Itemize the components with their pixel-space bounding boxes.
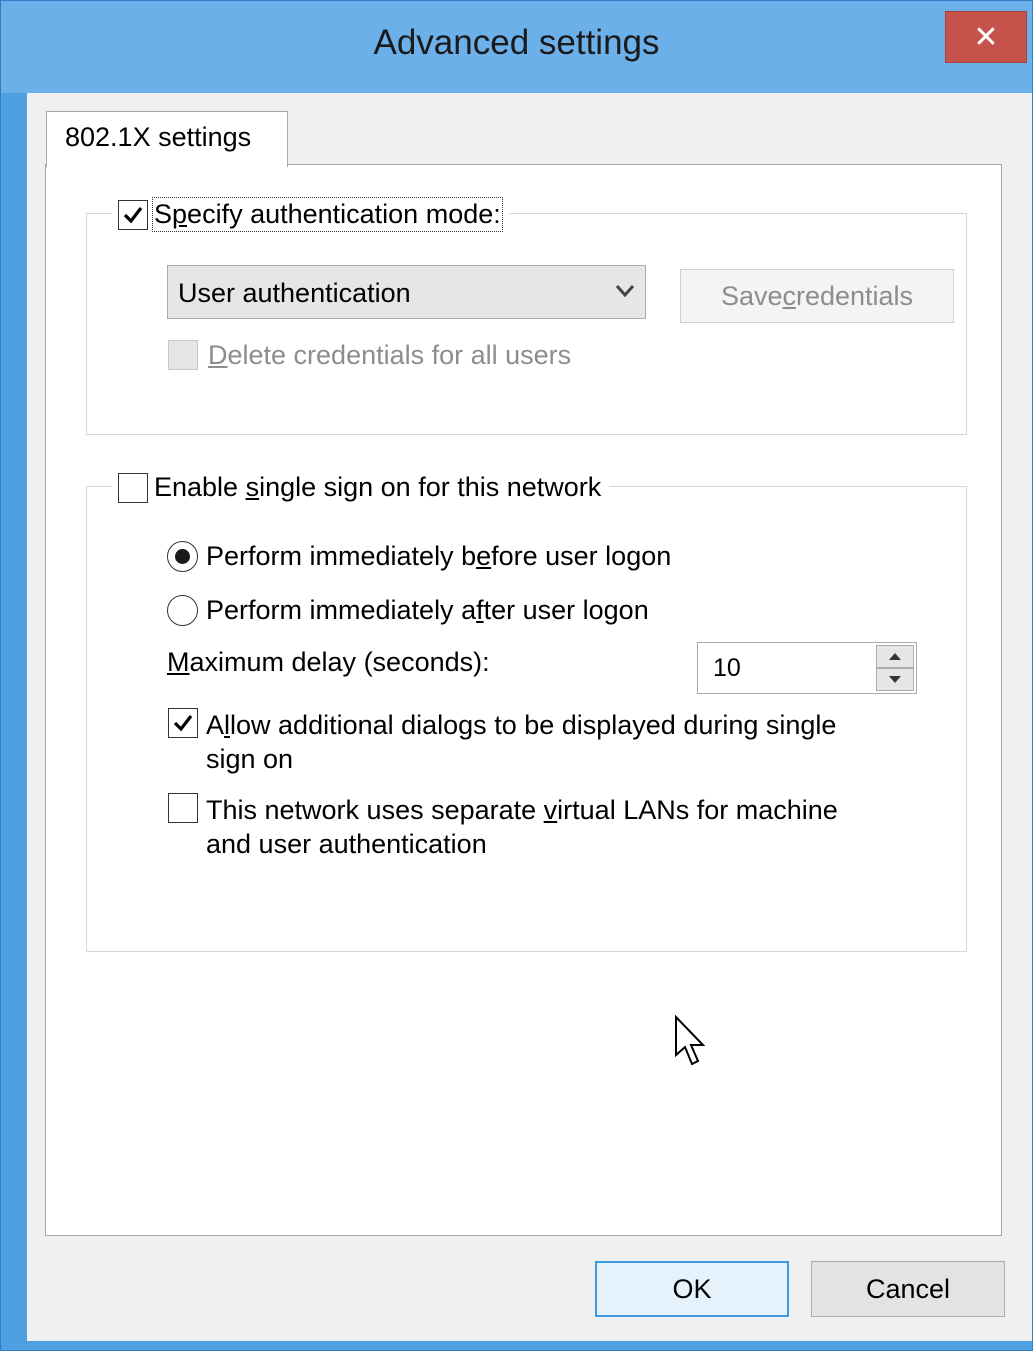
title-bar[interactable]: Advanced settings ✕ [1,1,1032,93]
radio-before-logon-label: Perform immediately before user logon [206,541,672,571]
delete-credentials-row[interactable]: Delete credentials for all users [168,340,571,371]
radio-after-logon-label: Perform immediately after user logon [206,595,649,625]
auth-mode-group [86,213,967,435]
ok-button[interactable]: OK [595,1261,789,1317]
radio-after-logon[interactable] [167,595,198,626]
specify-auth-mode-label: Specify authentication mode: [152,197,503,232]
max-delay-stepper[interactable]: 10 [697,642,917,694]
delete-credentials-checkbox[interactable] [168,340,198,370]
advanced-settings-dialog: Advanced settings ✕ 802.1X settings Spec… [0,0,1033,1351]
dialog-title: Advanced settings [373,23,660,62]
separate-vlans-checkbox[interactable] [168,793,198,823]
radio-before-logon-row[interactable]: Perform immediately before user logon [167,541,671,572]
tab-label: 802.1X settings [65,122,252,152]
max-delay-value: 10 [713,654,741,682]
tab-8021x-settings[interactable]: 802.1X settings [46,111,288,167]
allow-dialogs-row[interactable]: Allow additional dialogs to be displayed… [168,708,836,776]
stepper-down-button[interactable] [876,668,914,691]
cancel-button[interactable]: Cancel [811,1261,1005,1317]
arrow-up-icon [889,653,901,660]
separate-vlans-label: This network uses separate virtual LANs … [206,795,838,859]
radio-before-logon[interactable] [167,541,198,572]
max-delay-label: Maximum delay (seconds): [167,647,490,677]
checkmark-icon [173,715,193,732]
radio-after-logon-row[interactable]: Perform immediately after user logon [167,595,649,626]
stepper-up-button[interactable] [876,645,914,668]
allow-dialogs-checkbox[interactable] [168,708,198,738]
separate-vlans-row[interactable]: This network uses separate virtual LANs … [168,793,838,861]
arrow-down-icon [889,676,901,683]
tab-panel: Specify authentication mode: User authen… [45,164,1002,1236]
auth-mode-select[interactable]: User authentication [167,265,646,319]
save-credentials-button[interactable]: Save c redentials [680,269,954,323]
mouse-pointer-icon [675,1015,706,1066]
allow-dialogs-label: Allow additional dialogs to be displayed… [206,710,837,774]
close-icon: ✕ [973,20,999,54]
dialog-client-area: 802.1X settings Specify authentication m… [27,93,1032,1341]
enable-sso-checkbox-row[interactable]: Enable single sign on for this network [112,472,610,503]
auth-mode-select-value: User authentication [178,278,411,308]
enable-sso-label: Enable single sign on for this network [154,472,602,502]
close-button[interactable]: ✕ [945,11,1027,63]
specify-auth-mode-checkbox[interactable] [118,199,148,230]
chevron-down-icon [615,285,635,298]
radio-selected-dot [175,549,190,564]
delete-credentials-label: Delete credentials for all users [208,340,572,370]
enable-sso-checkbox[interactable] [118,472,148,503]
checkmark-icon [123,206,143,223]
specify-auth-mode-checkbox-row[interactable]: Specify authentication mode: [112,197,509,232]
